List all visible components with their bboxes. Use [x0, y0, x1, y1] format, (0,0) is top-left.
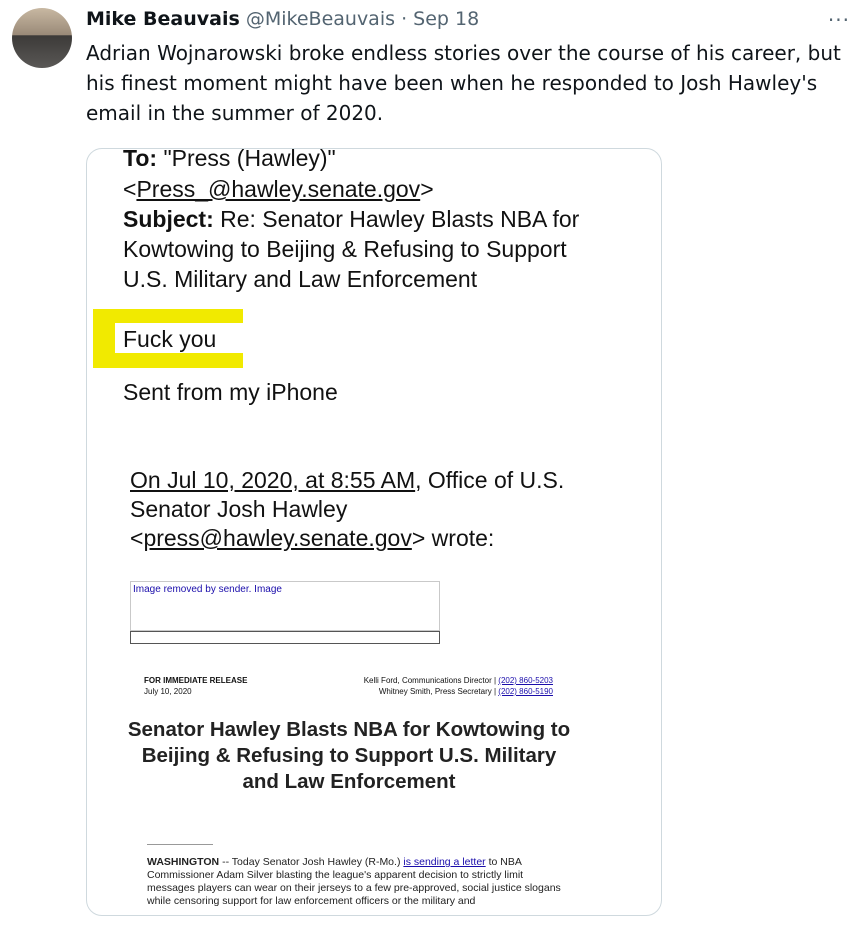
subject-text-1: Re: Senator Hawley Blasts NBA for [213, 206, 580, 232]
to-value: "Press (Hawley)" [157, 148, 336, 171]
to-line: To: "Press (Hawley)" [123, 148, 336, 172]
subject-text-3: U.S. Military and Law Enforcement [123, 266, 478, 292]
body-link: is sending a letter [403, 856, 486, 868]
release-label: FOR IMMEDIATE RELEASE [144, 676, 248, 685]
contact-1: Kelli Ford, Communications Director | (2… [364, 676, 553, 685]
quote-header-2: Senator Josh Hawley [130, 496, 348, 522]
header-separator: · [401, 8, 408, 30]
more-options-icon[interactable]: ··· [828, 8, 850, 32]
removed-image-bar [130, 631, 440, 644]
email-screenshot: To: "Press (Hawley)" <Press_@hawley.sena… [87, 149, 661, 915]
contact-1-name: Kelli Ford, Communications Director | [363, 676, 499, 685]
quote-wrote: wrote: [425, 525, 495, 551]
tweet-media-image[interactable]: To: "Press (Hawley)" <Press_@hawley.sena… [86, 148, 662, 916]
to-label: To: [123, 148, 158, 171]
contact-1-phone: (202) 860-5203 [498, 676, 553, 685]
subject-text-2: Kowtowing to Beijing & Refusing to Suppo… [123, 236, 567, 262]
quote-email: press@hawley.senate.gov [143, 525, 412, 551]
body-dateline: WASHINGTON [147, 856, 220, 868]
press-release-headline: Senator Hawley Blasts NBA for Kowtowing … [127, 718, 571, 793]
quote-header-3: <press@hawley.senate.gov> wrote: [130, 525, 495, 551]
divider [147, 844, 213, 845]
to-email: Press_@hawley.senate.gov [136, 176, 421, 202]
contact-2-name: Whitney Smith, Press Secretary | [378, 687, 499, 696]
quote-header-rest: , Office of U.S. [415, 467, 565, 493]
tweet-header: Mike Beauvais @MikeBeauvais · Sep 18 ··· [86, 8, 856, 34]
quote-header-1: On Jul 10, 2020, at 8:55 AM, Office of U… [130, 467, 564, 494]
release-date: July 10, 2020 [144, 687, 192, 696]
signature-text: Sent from my iPhone [123, 379, 338, 405]
body-part-1: -- Today Senator Josh Hawley (R-Mo.) [219, 856, 404, 868]
reply-text: Fuck you [123, 326, 217, 352]
subject-label: Subject: [123, 206, 214, 232]
avatar[interactable] [12, 8, 72, 68]
removed-image-box: Image removed by sender. Image [130, 581, 440, 631]
contact-2-phone: (202) 860-5190 [498, 687, 553, 696]
author-name[interactable]: Mike Beauvais [86, 8, 240, 30]
tweet-date[interactable]: Sep 18 [413, 8, 479, 30]
to-email-line: <Press_@hawley.senate.gov> [123, 176, 434, 202]
subject-line: Subject: Re: Senator Hawley Blasts NBA f… [123, 206, 579, 233]
quote-date-link: On Jul 10, 2020, at 8:55 AM [130, 467, 416, 493]
press-release-body: WASHINGTON -- Today Senator Josh Hawley … [147, 856, 567, 908]
contact-2: Whitney Smith, Press Secretary | (202) 8… [379, 687, 553, 696]
author-handle[interactable]: @MikeBeauvais [246, 8, 395, 30]
removed-image-text: Image removed by sender. Image [133, 584, 282, 595]
tweet-text: Adrian Wojnarowski broke endless stories… [86, 41, 841, 125]
